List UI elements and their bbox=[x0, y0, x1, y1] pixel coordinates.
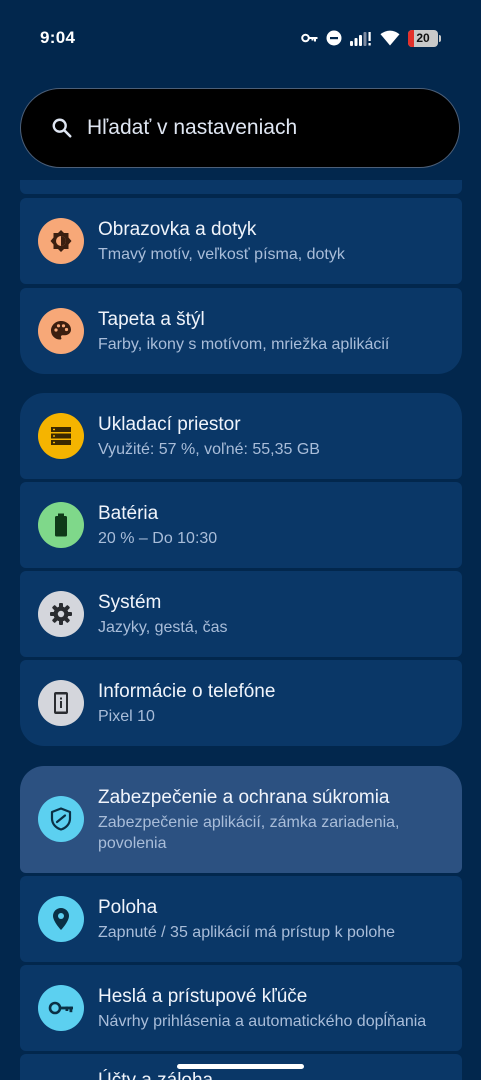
settings-item-title: Systém bbox=[98, 592, 162, 613]
home-indicator[interactable] bbox=[177, 1064, 304, 1069]
storage-icon bbox=[38, 413, 84, 459]
settings-item-battery[interactable]: Batéria 20 % – Do 10:30 bbox=[20, 482, 462, 568]
signal-icon bbox=[350, 30, 372, 46]
key-icon bbox=[38, 985, 84, 1031]
settings-item-subtitle: Zabezpečenie aplikácií, zámka zariadenia… bbox=[98, 814, 400, 852]
battery-icon bbox=[38, 502, 84, 548]
palette-icon bbox=[38, 308, 84, 354]
settings-item-subtitle: Zapnuté / 35 aplikácií má prístup k polo… bbox=[98, 924, 396, 941]
settings-item-title: Zabezpečenie a ochrana súkromia bbox=[98, 787, 390, 808]
settings-item-title: Obrazovka a dotyk bbox=[98, 219, 257, 240]
settings-item-security-privacy[interactable]: Zabezpečenie a ochrana súkromia Zabezpeč… bbox=[20, 766, 462, 873]
shield-icon bbox=[38, 796, 84, 842]
gear-icon bbox=[38, 591, 84, 637]
settings-screen: 9:04 20 Hľadať v nastaveniach Obrazovka … bbox=[0, 0, 481, 1080]
location-pin-icon bbox=[38, 896, 84, 942]
settings-item-subtitle: Návrhy prihlásenia a automatického dopĺň… bbox=[98, 1013, 427, 1030]
settings-item-title: Informácie o telefóne bbox=[98, 681, 276, 702]
wifi-icon bbox=[380, 30, 400, 46]
settings-item-system[interactable]: Systém Jazyky, gestá, čas bbox=[20, 571, 462, 657]
settings-item-location[interactable]: Poloha Zapnuté / 35 aplikácií má prístup… bbox=[20, 876, 462, 962]
do-not-disturb-icon bbox=[326, 30, 342, 46]
settings-item-subtitle: Tmavý motív, veľkosť písma, dotyk bbox=[98, 246, 345, 263]
display-brightness-icon bbox=[38, 218, 84, 264]
search-placeholder: Hľadať v nastaveniach bbox=[87, 116, 298, 139]
battery-level-fill bbox=[408, 29, 414, 47]
settings-item-subtitle: 20 % – Do 10:30 bbox=[98, 530, 218, 547]
settings-item-subtitle: Pixel 10 bbox=[98, 708, 155, 725]
battery-nub bbox=[439, 34, 441, 42]
settings-item-title-partial: Účty a záloha bbox=[98, 1070, 213, 1080]
settings-item-title: Batéria bbox=[98, 503, 159, 524]
settings-item-subtitle: Farby, ikony s motívom, mriežka aplikáci… bbox=[98, 336, 390, 353]
settings-item-subtitle: Využité: 57 %, voľné: 55,35 GB bbox=[98, 441, 320, 458]
status-time: 9:04 bbox=[40, 28, 76, 47]
settings-item-passwords[interactable]: Heslá a prístupové kľúče Návrhy prihláse… bbox=[20, 965, 462, 1051]
settings-item-storage[interactable]: Ukladací priestor Využité: 57 %, voľné: … bbox=[20, 393, 462, 479]
settings-item-title: Ukladací priestor bbox=[98, 414, 241, 435]
status-bar: 9:04 20 bbox=[0, 0, 481, 80]
previous-group-edge bbox=[20, 180, 462, 194]
search-icon bbox=[52, 118, 72, 138]
settings-item-about-phone[interactable]: Informácie o telefóne Pixel 10 bbox=[20, 660, 462, 746]
settings-item-title: Heslá a prístupové kľúče bbox=[98, 986, 308, 1007]
search-bar[interactable]: Hľadať v nastaveniach bbox=[20, 88, 460, 168]
settings-item-title: Tapeta a štýl bbox=[98, 309, 205, 330]
battery-icon: 20 bbox=[408, 29, 438, 47]
key-icon bbox=[301, 32, 318, 44]
settings-item-title: Poloha bbox=[98, 897, 158, 918]
settings-item-display[interactable]: Obrazovka a dotyk Tmavý motív, veľkosť p… bbox=[20, 198, 462, 284]
phone-info-icon bbox=[38, 680, 84, 726]
battery-level-text: 20 bbox=[416, 31, 430, 45]
status-icons: 20 bbox=[301, 28, 441, 48]
settings-item-wallpaper[interactable]: Tapeta a štýl Farby, ikony s motívom, mr… bbox=[20, 288, 462, 374]
settings-item-subtitle: Jazyky, gestá, čas bbox=[98, 619, 228, 636]
